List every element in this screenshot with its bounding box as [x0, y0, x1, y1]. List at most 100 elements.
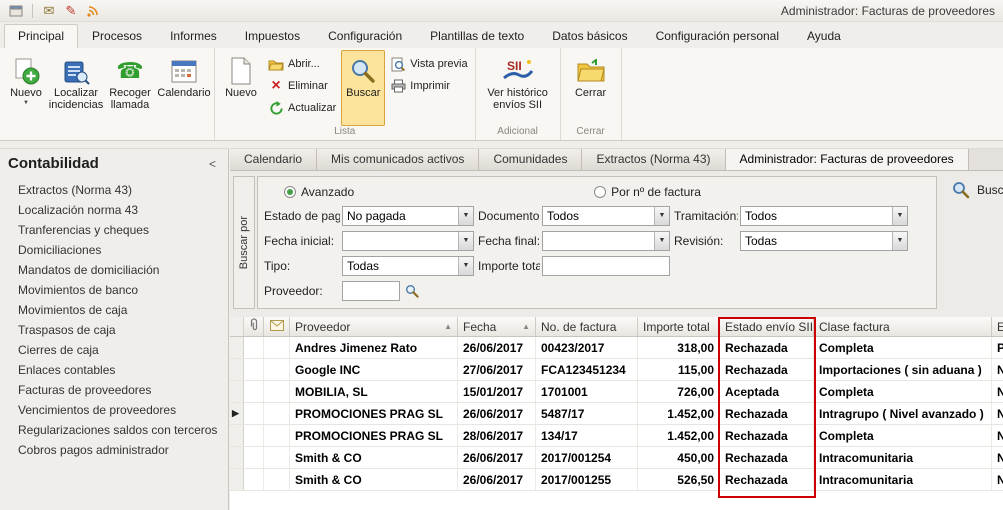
- documento-dropdown-icon[interactable]: ▼: [654, 207, 669, 225]
- revision-combo[interactable]: ▼: [740, 231, 908, 251]
- column-header-factura[interactable]: No. de factura: [536, 317, 638, 336]
- localizar-incidencias-button[interactable]: Localizar incidencias: [50, 50, 102, 126]
- table-row[interactable]: ▶ Smith & CO 26/06/2017 2017/001254 450,…: [230, 447, 1003, 469]
- fecha-final-input[interactable]: [543, 232, 654, 250]
- importe-total-input[interactable]: [543, 257, 669, 275]
- sidebar-item[interactable]: Mandatos de domiciliación: [0, 260, 228, 280]
- proveedor-input[interactable]: [343, 282, 399, 300]
- fecha-inicial-dropdown-icon[interactable]: ▼: [458, 232, 473, 250]
- buscar-button[interactable]: Buscar: [341, 50, 385, 126]
- column-header-cut[interactable]: E: [992, 317, 1003, 336]
- eliminar-button[interactable]: × Eliminar: [265, 77, 339, 95]
- menu-tab[interactable]: Informes: [156, 24, 231, 48]
- sidebar-item[interactable]: Traspasos de caja: [0, 320, 228, 340]
- table-row[interactable]: ▶ Andres Jimenez Rato 26/06/2017 00423/2…: [230, 337, 1003, 359]
- nuevo-doc-button[interactable]: Nuevo: [219, 50, 263, 126]
- vista-previa-button[interactable]: Vista previa: [387, 55, 470, 73]
- tipo-combo[interactable]: ▼: [342, 256, 474, 276]
- document-tab[interactable]: Mis comunicados activos: [317, 149, 479, 170]
- table-row[interactable]: ▶ PROMOCIONES PRAG SL 26/06/2017 5487/17…: [230, 403, 1003, 425]
- recoger-llamada-button[interactable]: ☎ Recoger llamada: [104, 50, 156, 126]
- calendario-button[interactable]: Calendario: [158, 50, 210, 126]
- column-header-importe-label: Importe total: [643, 320, 710, 334]
- buscar-action-button[interactable]: Buscar: [952, 181, 1003, 199]
- column-header-proveedor[interactable]: Proveedor ▲: [290, 317, 458, 336]
- menu-tab[interactable]: Impuestos: [231, 24, 314, 48]
- cerrar-button[interactable]: Cerrar: [565, 50, 617, 126]
- sidebar-item[interactable]: Regularizaciones saldos con terceros: [0, 420, 228, 440]
- sidebar-item[interactable]: Movimientos de caja: [0, 300, 228, 320]
- document-tab[interactable]: Extractos (Norma 43): [582, 149, 725, 170]
- proveedor-lookup-button[interactable]: [403, 282, 421, 300]
- sidebar-item[interactable]: Extractos (Norma 43): [0, 180, 228, 200]
- document-tab[interactable]: Calendario: [230, 149, 317, 170]
- document-tab-label: Administrador: Facturas de proveedores: [740, 152, 954, 166]
- sidebar-item[interactable]: Movimientos de banco: [0, 280, 228, 300]
- radio-avanzado[interactable]: Avanzado: [284, 185, 354, 199]
- menu-tab[interactable]: Procesos: [78, 24, 156, 48]
- tipo-input[interactable]: [343, 257, 458, 275]
- sidebar-item[interactable]: Tranferencias y cheques: [0, 220, 228, 240]
- tramitacion-input[interactable]: [741, 207, 892, 225]
- table-row[interactable]: ▶ Google INC 27/06/2017 FCA123451234 115…: [230, 359, 1003, 381]
- mail-icon[interactable]: ✉: [41, 3, 57, 19]
- menu-tab-label: Impuestos: [245, 29, 300, 43]
- estado-pago-combo[interactable]: ▼: [342, 206, 474, 226]
- radio-avanzado-dot[interactable]: [284, 186, 296, 198]
- fecha-inicial-combo[interactable]: ▼: [342, 231, 474, 251]
- tramitacion-combo[interactable]: ▼: [740, 206, 908, 226]
- nuevo-button[interactable]: Nuevo ▼: [4, 50, 48, 126]
- sidebar-item[interactable]: Cierres de caja: [0, 340, 228, 360]
- actualizar-button[interactable]: Actualizar: [265, 99, 339, 117]
- menu-tab[interactable]: Datos básicos: [538, 24, 641, 48]
- fecha-final-dropdown-icon[interactable]: ▼: [654, 232, 669, 250]
- fecha-final-combo[interactable]: ▼: [542, 231, 670, 251]
- sidebar-item[interactable]: Enlaces contables: [0, 360, 228, 380]
- sidebar-item[interactable]: Facturas de proveedores: [0, 380, 228, 400]
- document-tab[interactable]: Comunidades: [479, 149, 582, 170]
- app-icon[interactable]: [8, 3, 24, 19]
- abrir-button[interactable]: Abrir...: [265, 55, 339, 73]
- documento-input[interactable]: [543, 207, 654, 225]
- importe-total-field[interactable]: [542, 256, 670, 276]
- radio-por-numero-dot[interactable]: [594, 186, 606, 198]
- menu-tab[interactable]: Principal: [4, 24, 78, 48]
- column-header-importe[interactable]: Importe total: [638, 317, 720, 336]
- revision-dropdown-icon[interactable]: ▼: [892, 232, 907, 250]
- documento-combo[interactable]: ▼: [542, 206, 670, 226]
- notes-icon[interactable]: ✎: [63, 3, 79, 19]
- fecha-inicial-input[interactable]: [343, 232, 458, 250]
- proveedor-field[interactable]: [342, 281, 400, 301]
- row-indicator-cell: ▶: [230, 359, 244, 380]
- ver-historico-sii-button[interactable]: SII Ver histórico envíos SII: [480, 50, 556, 126]
- feed-icon[interactable]: [85, 3, 101, 19]
- sidebar-item[interactable]: Localización norma 43: [0, 200, 228, 220]
- tramitacion-dropdown-icon[interactable]: ▼: [892, 207, 907, 225]
- sidebar-item[interactable]: Domiciliaciones: [0, 240, 228, 260]
- menu-tab[interactable]: Configuración: [314, 24, 416, 48]
- sidebar-item[interactable]: Cobros pagos administrador: [0, 440, 228, 460]
- delete-icon: ×: [268, 78, 284, 94]
- table-row[interactable]: ▶ MOBILIA, SL 15/01/2017 1701001 726,00 …: [230, 381, 1003, 403]
- collapse-sidebar-icon[interactable]: <: [209, 157, 216, 171]
- document-tab[interactable]: Administrador: Facturas de proveedores: [726, 149, 969, 170]
- column-header-clase[interactable]: Clase factura: [814, 317, 992, 336]
- table-row[interactable]: ▶ Smith & CO 26/06/2017 2017/001255 526,…: [230, 469, 1003, 491]
- estado-pago-dropdown-icon[interactable]: ▼: [458, 207, 473, 225]
- estado-pago-input[interactable]: [343, 207, 458, 225]
- radio-por-numero[interactable]: Por nº de factura: [594, 185, 701, 199]
- fecha-inicial-label: Fecha inicial:: [262, 234, 340, 248]
- mail-column-header[interactable]: [264, 317, 290, 336]
- sidebar-item[interactable]: Vencimientos de proveedores: [0, 400, 228, 420]
- column-header-estado-sii[interactable]: Estado envío SII: [720, 317, 814, 336]
- menu-tab[interactable]: Ayuda: [793, 24, 855, 48]
- attachment-cell: [244, 381, 264, 402]
- attachment-column-header[interactable]: [244, 317, 264, 336]
- tipo-dropdown-icon[interactable]: ▼: [458, 257, 473, 275]
- imprimir-button[interactable]: Imprimir: [387, 77, 470, 95]
- menu-tab[interactable]: Configuración personal: [642, 24, 793, 48]
- table-row[interactable]: ▶ PROMOCIONES PRAG SL 28/06/2017 134/17 …: [230, 425, 1003, 447]
- column-header-fecha[interactable]: Fecha ▲: [458, 317, 536, 336]
- revision-input[interactable]: [741, 232, 892, 250]
- menu-tab[interactable]: Plantillas de texto: [416, 24, 538, 48]
